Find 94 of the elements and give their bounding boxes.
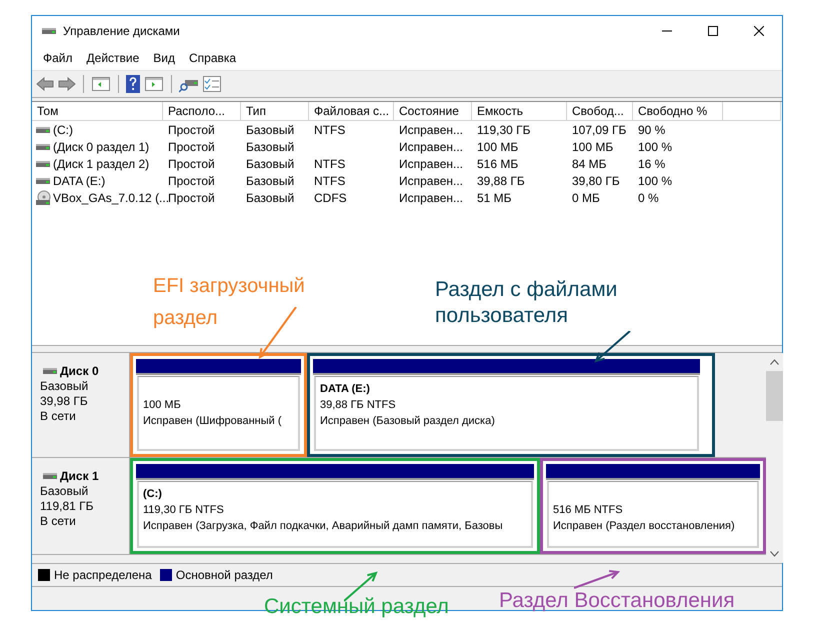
scroll-up-icon <box>770 359 779 365</box>
table-cell: 39,80 ГБ <box>572 174 620 188</box>
menu-item[interactable]: Справка <box>182 51 244 65</box>
table-cell: 39,88 ГБ <box>477 174 525 188</box>
table-cell: Исправен... <box>399 140 464 154</box>
legend-label: Основной раздел <box>176 568 273 582</box>
partition[interactable]: (C:) 119,30 ГБ NTFS Исправен (Загрузка, Файл подкачки, Аварийный дамп памяти, Базовы <box>137 481 533 548</box>
volume-name[interactable]: DATA (E:) <box>53 174 106 188</box>
disk-name[interactable]: Диск 1 <box>60 468 99 484</box>
annotation-arrow <box>574 570 622 592</box>
column-header[interactable]: Располо... <box>163 102 241 121</box>
annotation-text: Раздел Восстановления <box>499 589 735 613</box>
table-cell: Простой <box>168 140 215 154</box>
table-cell: Простой <box>168 156 215 170</box>
annotation-text: Раздел с файлами пользователя <box>435 277 618 329</box>
table-cell: Базовый <box>246 122 294 136</box>
column-header[interactable]: Состояние <box>394 102 472 121</box>
partition-status: Исправен (Шифрованный ( <box>143 414 282 429</box>
column-header[interactable]: Свободно % <box>633 102 723 121</box>
column-header[interactable]: Емкость <box>472 102 567 121</box>
partition-status: Исправен (Загрузка, Файл подкачки, Аварийный дамп памяти, Базовы <box>143 519 504 534</box>
volume-name[interactable]: (C:) <box>53 122 73 136</box>
column-header[interactable]: Файловая с... <box>309 102 394 121</box>
partition-status: Исправен (Раздел восстановления) <box>553 519 736 534</box>
table-cell: Исправен... <box>399 190 464 204</box>
volume-name[interactable]: (Диск 1 раздел 2) <box>53 156 150 170</box>
column-header[interactable]: Том <box>32 102 163 121</box>
partition-size: 39,88 ГБ NTFS <box>320 398 397 413</box>
disk-type: Базовый <box>40 379 90 394</box>
close-icon <box>754 26 764 36</box>
table-cell: Исправен... <box>399 174 464 188</box>
partition-label: (C:) <box>143 487 163 502</box>
disk-size: 39,98 ГБ <box>40 394 89 409</box>
table-cell: 100 % <box>638 140 672 154</box>
partition-size: 516 МБ NTFS <box>553 503 624 518</box>
annotation-text: EFI загрузочный раздел <box>153 274 306 331</box>
table-cell: 119,30 ГБ <box>477 122 531 136</box>
back-arrow-icon[interactable] <box>36 76 54 92</box>
scroll-down-icon <box>770 551 779 557</box>
table-cell: 100 МБ <box>477 140 518 154</box>
column-header[interactable]: Тип <box>241 102 309 121</box>
help-icon[interactable] <box>126 75 140 93</box>
window-title: Управление дисками <box>63 24 181 38</box>
partition-size: 100 МБ <box>143 398 182 413</box>
table-cell: NTFS <box>314 122 346 136</box>
table-cell: 84 МБ <box>572 156 607 170</box>
panel-icon[interactable] <box>91 75 111 93</box>
table-cell: 0 % <box>638 190 659 204</box>
table-cell: NTFS <box>314 156 346 170</box>
table-cell: CDFS <box>314 190 347 204</box>
table-cell: 107,09 ГБ <box>572 122 626 136</box>
table-cell: Простой <box>168 174 215 188</box>
column-header[interactable]: Свобод... <box>567 102 633 121</box>
partition-status: Исправен (Базовый раздел диска) <box>320 414 496 429</box>
table-cell: NTFS <box>314 174 346 188</box>
volume-name[interactable]: VBox_GAs_7.0.12 (... <box>53 190 170 204</box>
scrollbar[interactable] <box>766 353 783 563</box>
table-cell: Простой <box>168 190 215 204</box>
table-cell: Базовый <box>246 190 294 204</box>
table-cell: 100 % <box>638 174 672 188</box>
table-cell: 90 % <box>638 122 666 136</box>
menu-item[interactable]: Вид <box>146 51 182 65</box>
partition[interactable]: 516 МБ NTFS Исправен (Раздел восстановления) <box>547 481 759 548</box>
partition-label: DATA (E:) <box>320 382 371 397</box>
table-cell: Исправен... <box>399 122 464 136</box>
table-cell: 100 МБ <box>572 140 614 154</box>
maximize-icon <box>708 26 718 36</box>
cd-drive-icon <box>35 190 51 206</box>
partition[interactable]: DATA (E:) 39,88 ГБ NTFS Исправен (Базовый раздел диска) <box>314 376 699 451</box>
table-cell: 516 МБ <box>477 156 518 170</box>
checklist-icon[interactable] <box>203 76 221 92</box>
splitter-bar[interactable] <box>32 345 782 353</box>
partition[interactable]: 100 МБ Исправен (Шифрованный ( <box>137 376 300 451</box>
table-cell: Исправен... <box>399 156 464 170</box>
volume-name[interactable]: (Диск 0 раздел 1) <box>53 140 150 154</box>
panel-icon[interactable] <box>144 75 164 93</box>
table-cell: Базовый <box>246 140 294 154</box>
legend-label: Не распределена <box>54 568 152 582</box>
disk-size: 119,81 ГБ <box>40 499 95 514</box>
table-cell: Базовый <box>246 174 294 188</box>
scroll-thumb[interactable] <box>766 371 783 421</box>
forward-arrow-icon[interactable] <box>58 76 76 92</box>
table-cell: Базовый <box>246 156 294 170</box>
disk-type: Базовый <box>40 484 90 499</box>
partition-size: 119,30 ГБ NTFS <box>143 503 225 518</box>
table-cell: 16 % <box>638 156 666 170</box>
disk-status: В сети <box>40 514 77 529</box>
disk-name[interactable]: Диск 0 <box>60 364 99 378</box>
table-cell: Простой <box>168 122 215 136</box>
disk-status: В сети <box>40 409 77 424</box>
menu-item[interactable]: Файл <box>36 51 80 65</box>
table-cell: 0 МБ <box>572 190 600 204</box>
table-cell: 51 МБ <box>477 190 512 204</box>
menu-item[interactable]: Действие <box>80 51 146 65</box>
